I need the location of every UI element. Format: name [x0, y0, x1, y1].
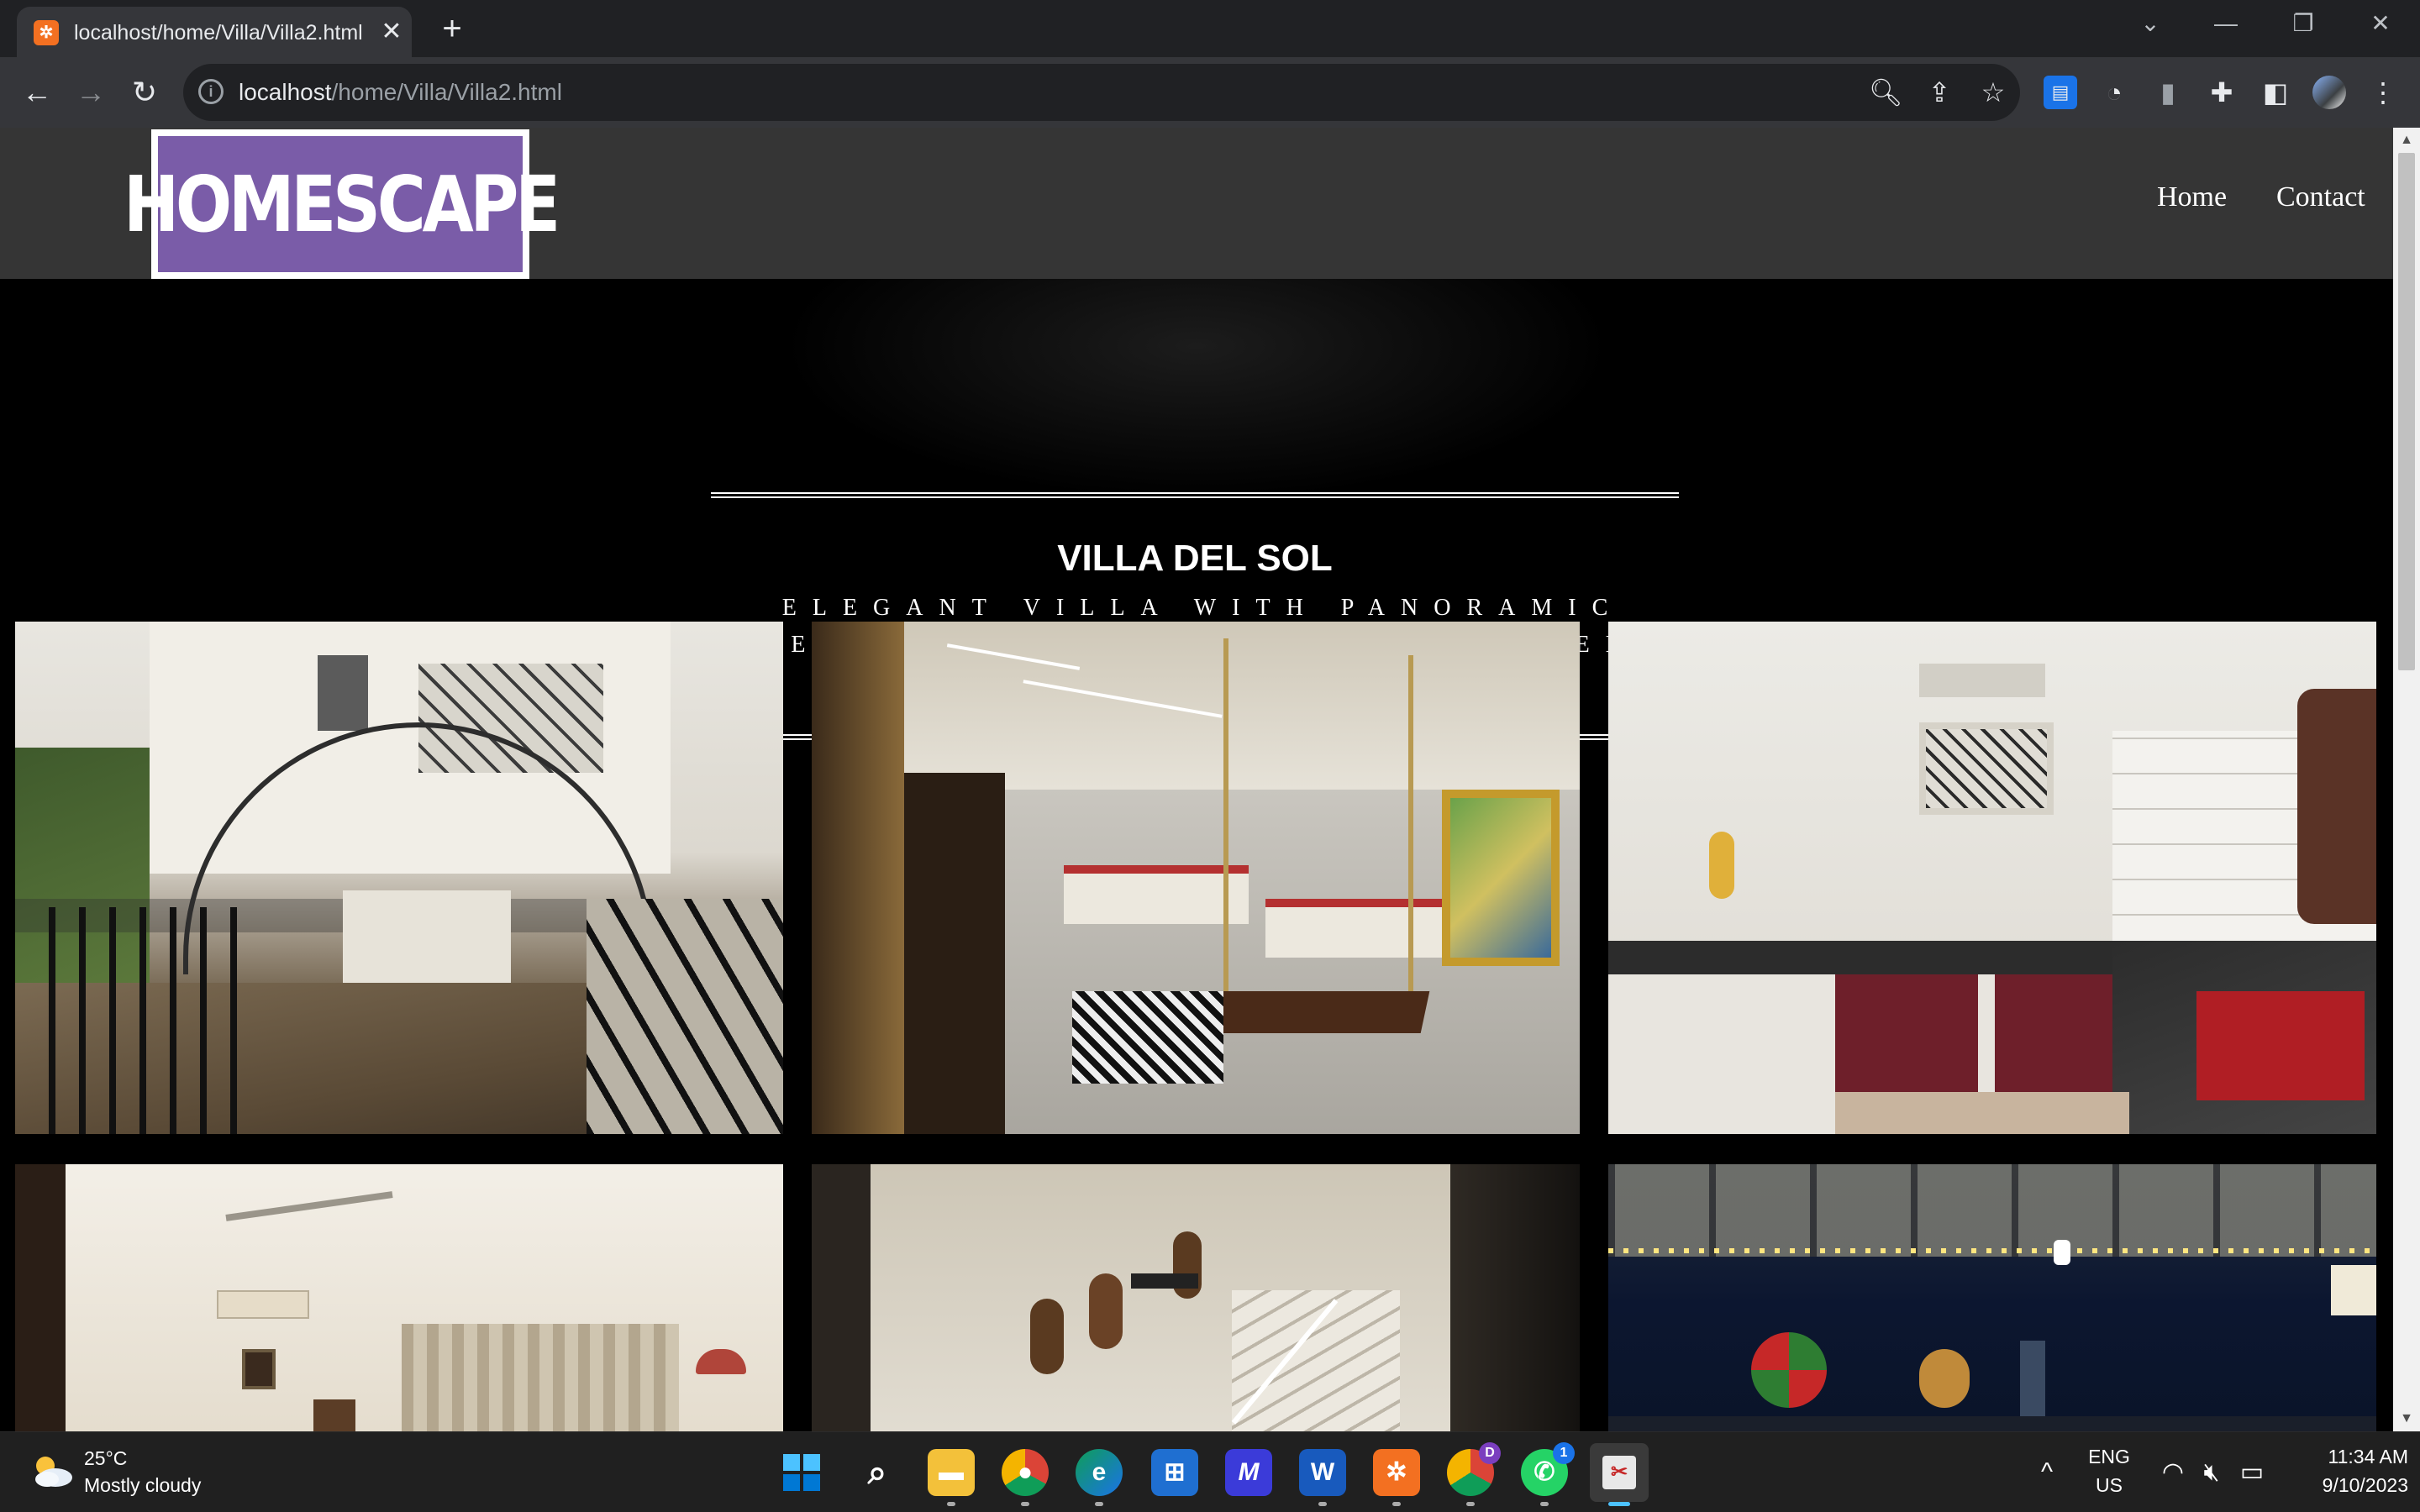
windows-taskbar: 25°C Mostly cloudy ⌕ ▬ ● e ⊞ M W ✲ D ✆ 1…	[0, 1431, 2420, 1512]
extension-bottle-icon[interactable]: ▮	[2151, 76, 2185, 109]
minimize-button[interactable]: —	[2205, 7, 2247, 40]
app-m-icon[interactable]: M	[1225, 1449, 1272, 1496]
top-double-rule	[711, 492, 1679, 498]
scroll-down-arrow-icon[interactable]: ▼	[2400, 1411, 2413, 1426]
bedroom-photo[interactable]	[15, 1164, 783, 1431]
reload-button[interactable]: ↻	[126, 74, 163, 111]
clock-date[interactable]: 9/10/2023	[2282, 1474, 2408, 1497]
word-icon[interactable]: W	[1299, 1449, 1346, 1496]
edge-icon[interactable]: e	[1076, 1449, 1123, 1496]
site-header: HOMESCAPE Home Contact	[0, 128, 2393, 279]
search-icon[interactable]: ⌕	[854, 1449, 901, 1496]
language-code[interactable]: ENG	[2084, 1446, 2134, 1468]
villa-exterior-photo[interactable]	[15, 622, 783, 1134]
weather-temperature[interactable]: 25°C	[84, 1447, 127, 1470]
profile-avatar[interactable]	[2312, 76, 2346, 109]
wifi-icon[interactable]: ◠	[2156, 1456, 2190, 1489]
nav-home-link[interactable]: Home	[2157, 181, 2227, 213]
clock-time[interactable]: 11:34 AM	[2282, 1446, 2408, 1468]
terrace-photo[interactable]	[1608, 1164, 2376, 1431]
living-room-photo[interactable]	[812, 622, 1580, 1134]
new-tab-button[interactable]: +	[434, 10, 471, 47]
chrome-running-indicator	[1021, 1502, 1029, 1506]
xampp-running-indicator	[1392, 1502, 1401, 1506]
address-bar[interactable]: i localhost/home/Villa/Villa2.html 🔍︎ ⇪ …	[183, 64, 2020, 121]
microsoft-store-icon[interactable]: ⊞	[1151, 1449, 1198, 1496]
file-explorer-icon[interactable]: ▬	[928, 1449, 975, 1496]
volume-muted-icon[interactable]: 🔇︎	[2195, 1456, 2228, 1489]
tab-search-chevron-icon[interactable]: ⌄	[2129, 7, 2171, 40]
snipping-tool-glyph: ✂	[1602, 1456, 1636, 1489]
web-page: HOMESCAPE Home Contact VILLA DEL SOL ELE…	[0, 128, 2393, 1431]
weather-description[interactable]: Mostly cloudy	[84, 1474, 201, 1497]
zoom-icon[interactable]: 🔍︎	[1869, 76, 1903, 109]
restore-button[interactable]: ❐	[2282, 7, 2324, 40]
file-explorer-running-indicator	[947, 1502, 955, 1506]
tab-title: localhost/home/Villa/Villa2.html	[74, 21, 363, 45]
logo-text: HOMESCAPE	[124, 159, 560, 249]
extensions-puzzle-icon[interactable]: ✚	[2205, 76, 2238, 109]
forward-button[interactable]: →	[72, 74, 109, 111]
bookmark-star-icon[interactable]: ☆	[1976, 76, 2010, 109]
edge-running-indicator	[1095, 1502, 1103, 1506]
scrollbar-thumb[interactable]	[2398, 153, 2415, 670]
whatsapp-icon[interactable]: ✆ 1	[1521, 1442, 1575, 1496]
side-panel-icon[interactable]: ◧	[2259, 76, 2292, 109]
keyboard-region[interactable]: US	[2084, 1474, 2134, 1497]
whatsapp-notification-badge: 1	[1553, 1442, 1575, 1464]
url-path: /home/Villa/Villa2.html	[331, 79, 562, 105]
xampp-favicon-icon: ✲	[34, 20, 59, 45]
url-text[interactable]: localhost/home/Villa/Villa2.html	[239, 79, 562, 106]
villa-title: VILLA DEL SOL	[1057, 538, 1333, 579]
whatsapp-running-indicator	[1540, 1502, 1549, 1506]
back-button[interactable]: ←	[18, 74, 55, 111]
chrome-profile-icon[interactable]: D	[1447, 1442, 1501, 1496]
staircase-photo[interactable]	[812, 1164, 1580, 1431]
close-tab-icon[interactable]: ✕	[376, 17, 407, 47]
extension-gauge-icon[interactable]: ◔	[2097, 76, 2131, 109]
browser-toolbar: ← → ↻ i localhost/home/Villa/Villa2.html…	[0, 57, 2420, 128]
homescape-logo[interactable]: HOMESCAPE	[124, 129, 560, 279]
kitchen-photo[interactable]	[1608, 622, 2376, 1134]
chrome-profile-running-indicator	[1466, 1502, 1475, 1506]
logo-panel: HOMESCAPE	[124, 136, 560, 272]
close-window-button[interactable]: ✕	[2360, 7, 2402, 40]
xampp-icon[interactable]: ✲	[1373, 1449, 1420, 1496]
site-info-icon[interactable]: i	[198, 79, 224, 104]
snipping-tool-icon[interactable]: ✂	[1590, 1443, 1649, 1502]
chrome-profile-badge: D	[1479, 1442, 1501, 1464]
share-icon[interactable]: ⇪	[1923, 76, 1956, 109]
page-scrollbar[interactable]: ▲ ▼	[2393, 128, 2420, 1431]
weather-cloud-icon[interactable]	[30, 1452, 74, 1489]
snipping-tool-active-indicator	[1608, 1502, 1630, 1506]
nav-contact-link[interactable]: Contact	[2276, 181, 2365, 213]
show-hidden-icons-chevron-icon[interactable]: ^	[2030, 1456, 2064, 1489]
battery-icon[interactable]: ▭	[2235, 1456, 2269, 1489]
browser-tab[interactable]: ✲ localhost/home/Villa/Villa2.html ✕	[17, 7, 412, 57]
browser-tab-strip: ✲ localhost/home/Villa/Villa2.html ✕ + ⌄…	[0, 0, 2420, 57]
extension-screenshot-icon[interactable]: ▤	[2044, 76, 2077, 109]
chrome-menu-icon[interactable]: ⋮	[2366, 76, 2400, 109]
scroll-up-arrow-icon[interactable]: ▲	[2400, 133, 2413, 148]
url-host: localhost	[239, 79, 332, 105]
word-running-indicator	[1318, 1502, 1327, 1506]
chrome-icon[interactable]: ●	[1002, 1449, 1049, 1496]
windows-start-icon[interactable]	[778, 1449, 825, 1496]
